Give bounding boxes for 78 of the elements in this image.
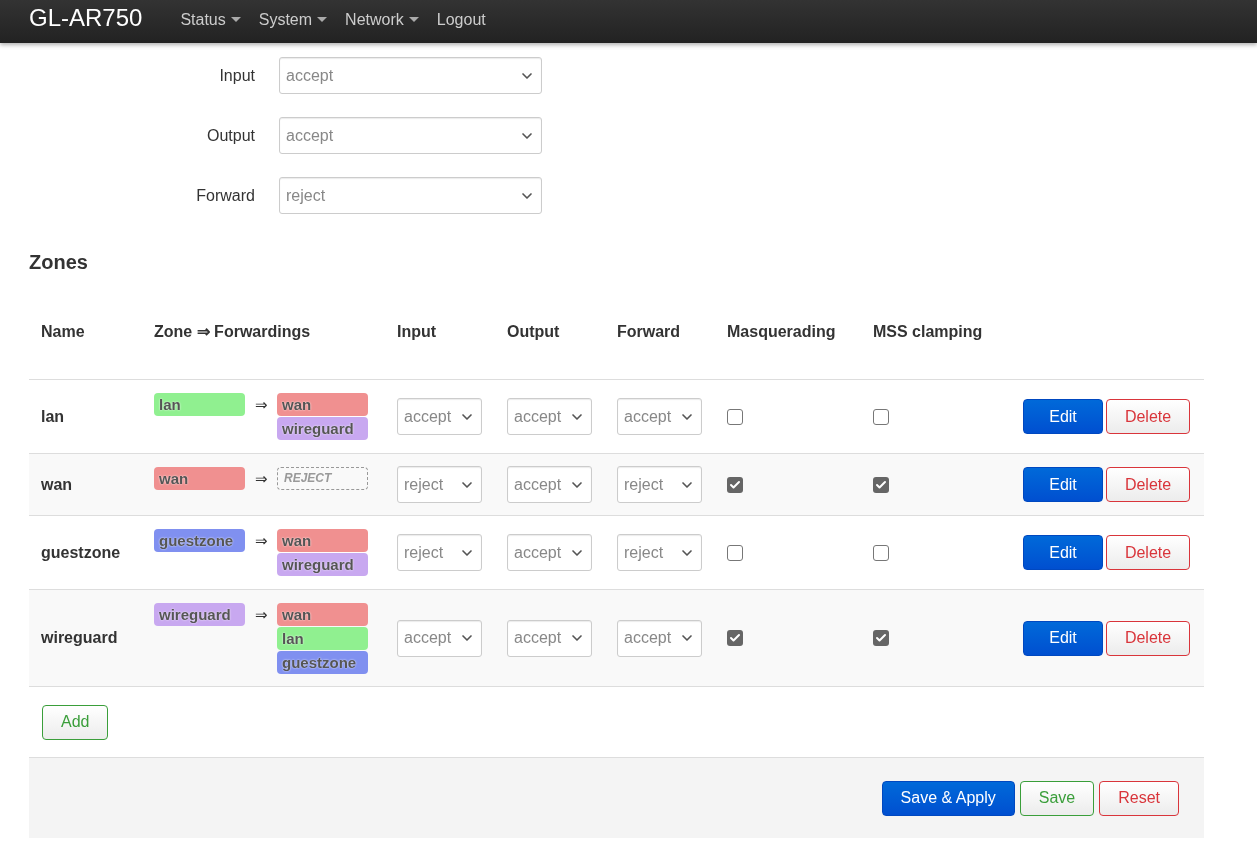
forward-arrow: ⇒ bbox=[253, 531, 269, 551]
checkbox[interactable] bbox=[873, 408, 889, 425]
column-header: MSS clamping bbox=[872, 322, 984, 342]
field-label: Forward bbox=[195, 185, 255, 206]
zone-tag: wireguard bbox=[277, 417, 368, 440]
check-icon bbox=[875, 478, 887, 491]
select-field[interactable]: reject bbox=[617, 534, 702, 571]
footer-button[interactable]: Save & Apply bbox=[881, 780, 1015, 816]
select-field[interactable]: reject bbox=[397, 466, 482, 503]
select-field[interactable]: accept bbox=[507, 398, 592, 435]
brand-title: GL-AR750 bbox=[29, 2, 143, 33]
edit-button[interactable]: Edit bbox=[1023, 535, 1103, 570]
select-field[interactable]: reject bbox=[279, 177, 542, 214]
delete-button[interactable]: Delete bbox=[1106, 399, 1190, 434]
select-field[interactable]: accept bbox=[617, 619, 702, 657]
column-header: Forward bbox=[616, 322, 682, 342]
checkbox[interactable] bbox=[727, 476, 743, 493]
zone-name: wireguard bbox=[40, 628, 119, 648]
nav-menu-item[interactable]: System bbox=[258, 7, 328, 32]
select-field[interactable]: accept bbox=[397, 619, 482, 657]
nav-menu-item[interactable]: Status bbox=[180, 7, 241, 32]
zone-name: wan bbox=[40, 474, 74, 495]
section-title: Zones bbox=[29, 250, 89, 275]
forward-arrow: ⇒ bbox=[253, 395, 269, 415]
select-field[interactable]: accept bbox=[507, 619, 592, 657]
policy-tag: REJECT bbox=[277, 467, 368, 490]
column-header: Masquerading bbox=[726, 322, 837, 342]
check-icon bbox=[729, 478, 741, 491]
zone-tag: guestzone bbox=[154, 529, 245, 552]
forward-arrow: ⇒ bbox=[253, 469, 269, 489]
zone-name: lan bbox=[40, 406, 66, 427]
checkbox[interactable] bbox=[873, 544, 889, 561]
zone-tag: wan bbox=[277, 603, 368, 626]
zone-tag: wireguard bbox=[154, 603, 245, 626]
edit-button[interactable]: Edit bbox=[1023, 467, 1103, 502]
field-label: Output bbox=[205, 125, 255, 146]
zone-tag: wan bbox=[277, 393, 368, 416]
zone-tag: lan bbox=[277, 627, 368, 650]
checkbox[interactable] bbox=[873, 630, 889, 646]
caret-icon bbox=[317, 17, 328, 22]
select-field[interactable]: accept bbox=[507, 534, 592, 571]
field-label: Input bbox=[218, 65, 255, 86]
select-field[interactable]: accept bbox=[617, 398, 702, 435]
checkbox[interactable] bbox=[727, 544, 743, 561]
zone-tag: wan bbox=[277, 529, 368, 552]
column-header: Output bbox=[506, 322, 561, 342]
check-icon bbox=[729, 632, 741, 644]
zone-tag: wireguard bbox=[277, 553, 368, 576]
checkbox[interactable] bbox=[727, 408, 743, 425]
footer-button[interactable]: Save bbox=[1019, 780, 1095, 816]
select-field[interactable]: reject bbox=[397, 534, 482, 571]
nav-menu-item[interactable]: Logout bbox=[436, 7, 486, 32]
zone-name: guestzone bbox=[40, 542, 122, 563]
delete-button[interactable]: Delete bbox=[1106, 620, 1190, 656]
column-header: Input bbox=[396, 322, 438, 342]
select-field[interactable]: reject bbox=[617, 466, 702, 503]
zone-tag: guestzone bbox=[277, 651, 368, 674]
check-icon bbox=[875, 632, 887, 644]
select-field[interactable]: accept bbox=[397, 398, 482, 435]
caret-icon bbox=[408, 17, 419, 22]
delete-button[interactable]: Delete bbox=[1106, 467, 1190, 502]
nav-menu-item[interactable]: Network bbox=[345, 7, 419, 32]
checkbox[interactable] bbox=[873, 476, 889, 493]
edit-button[interactable]: Edit bbox=[1023, 399, 1103, 434]
select-field[interactable]: accept bbox=[279, 117, 542, 154]
caret-icon bbox=[230, 17, 241, 22]
checkbox[interactable] bbox=[727, 630, 743, 646]
select-field[interactable]: accept bbox=[279, 57, 542, 94]
add-button[interactable]: Add bbox=[42, 704, 109, 740]
edit-button[interactable]: Edit bbox=[1023, 620, 1103, 656]
column-header: Name bbox=[40, 322, 86, 342]
column-header: Zone ⇒ Forwardings bbox=[153, 322, 312, 342]
select-field[interactable]: accept bbox=[507, 466, 592, 503]
forward-arrow: ⇒ bbox=[253, 605, 269, 625]
delete-button[interactable]: Delete bbox=[1106, 535, 1190, 570]
footer-button[interactable]: Reset bbox=[1099, 780, 1179, 816]
zone-tag: lan bbox=[154, 393, 245, 416]
zone-tag: wan bbox=[154, 467, 245, 490]
